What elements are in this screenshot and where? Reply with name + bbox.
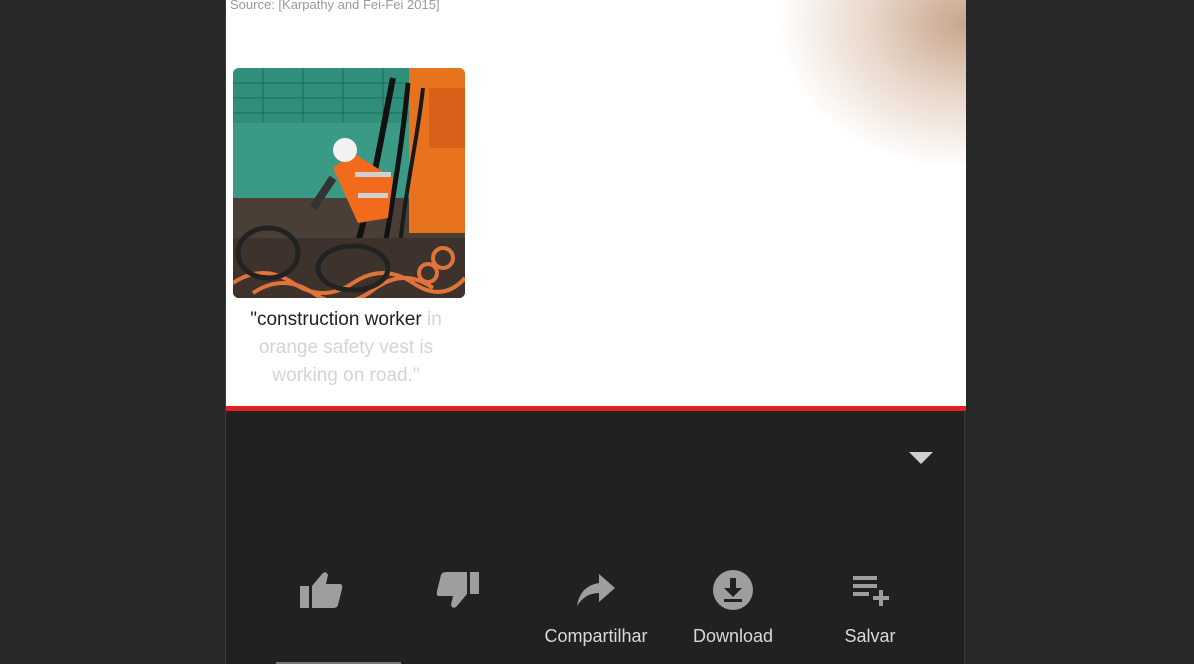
caption-line-1-faded: in [421,309,442,330]
dislike-button[interactable] [398,560,518,626]
download-icon [713,570,753,610]
share-button[interactable]: Compartilhar [536,560,656,647]
download-button[interactable]: Download [673,560,793,647]
presenter-hand [776,0,966,170]
save-button[interactable]: Salvar [810,560,930,647]
download-label: Download [692,626,774,646]
caption-line-3: working on road." [272,365,420,386]
action-bar: Compartilhar Download Salvar [226,560,966,660]
share-icon [577,574,615,606]
thumbs-up-icon [300,572,343,608]
caption-line-1: "construction worker [250,309,422,330]
share-label: Compartilhar [544,626,648,646]
video-frame[interactable]: Source: [Karpathy and Fei-Fei 2015] "con… [226,0,966,408]
thumbs-down-icon [436,572,479,608]
chevron-down-icon[interactable] [909,452,933,464]
source-citation: Source: [Karpathy and Fei-Fei 2015] [230,0,440,12]
video-player-panel: Source: [Karpathy and Fei-Fei 2015] "con… [225,0,966,664]
example-image [233,68,465,298]
playlist-add-icon [853,576,889,606]
like-button[interactable] [261,560,381,626]
progress-bar[interactable] [226,406,966,411]
caption-line-2: orange safety vest is [258,337,434,358]
image-caption: "construction worker in orange safety ve… [226,306,466,390]
save-label: Salvar [844,626,896,646]
